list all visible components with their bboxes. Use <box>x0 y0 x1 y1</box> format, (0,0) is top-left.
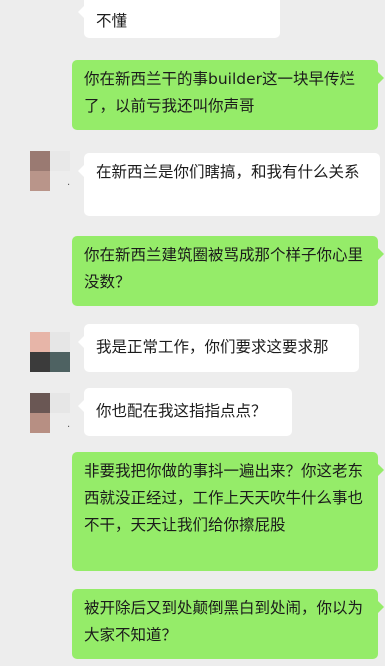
chat-conversation: 不懂 你在新西兰干的事builder这一块早传烂了，以前亏我还叫你声哥 . 在新… <box>0 0 385 666</box>
contact-avatar-blurred[interactable] <box>30 332 70 372</box>
contact-avatar-blurred[interactable]: . <box>30 151 70 191</box>
incoming-message[interactable]: 我是正常工作，你们要求这要求那 <box>78 324 359 372</box>
incoming-message[interactable]: 在新西兰是你们瞎搞，和我有什么关系 <box>78 153 380 216</box>
incoming-message[interactable]: 你也配在我这指指点点？ <box>78 388 292 436</box>
outgoing-message[interactable]: 被开除后又到处颠倒黑白到处闹，你以为大家不知道？ <box>72 589 384 659</box>
incoming-message[interactable]: 不懂 <box>78 0 280 38</box>
outgoing-message[interactable]: 你在新西兰干的事builder这一块早传烂了，以前亏我还叫你声哥 <box>72 60 384 130</box>
contact-avatar-blurred[interactable]: . <box>30 393 70 433</box>
outgoing-message[interactable]: 非要我把你做的事抖一遍出来？你这老东西就没正经过，工作上天天吹牛什么事也不干，天… <box>72 452 384 571</box>
outgoing-message[interactable]: 你在新西兰建筑圈被骂成那个样子你心里没数？ <box>72 236 384 306</box>
